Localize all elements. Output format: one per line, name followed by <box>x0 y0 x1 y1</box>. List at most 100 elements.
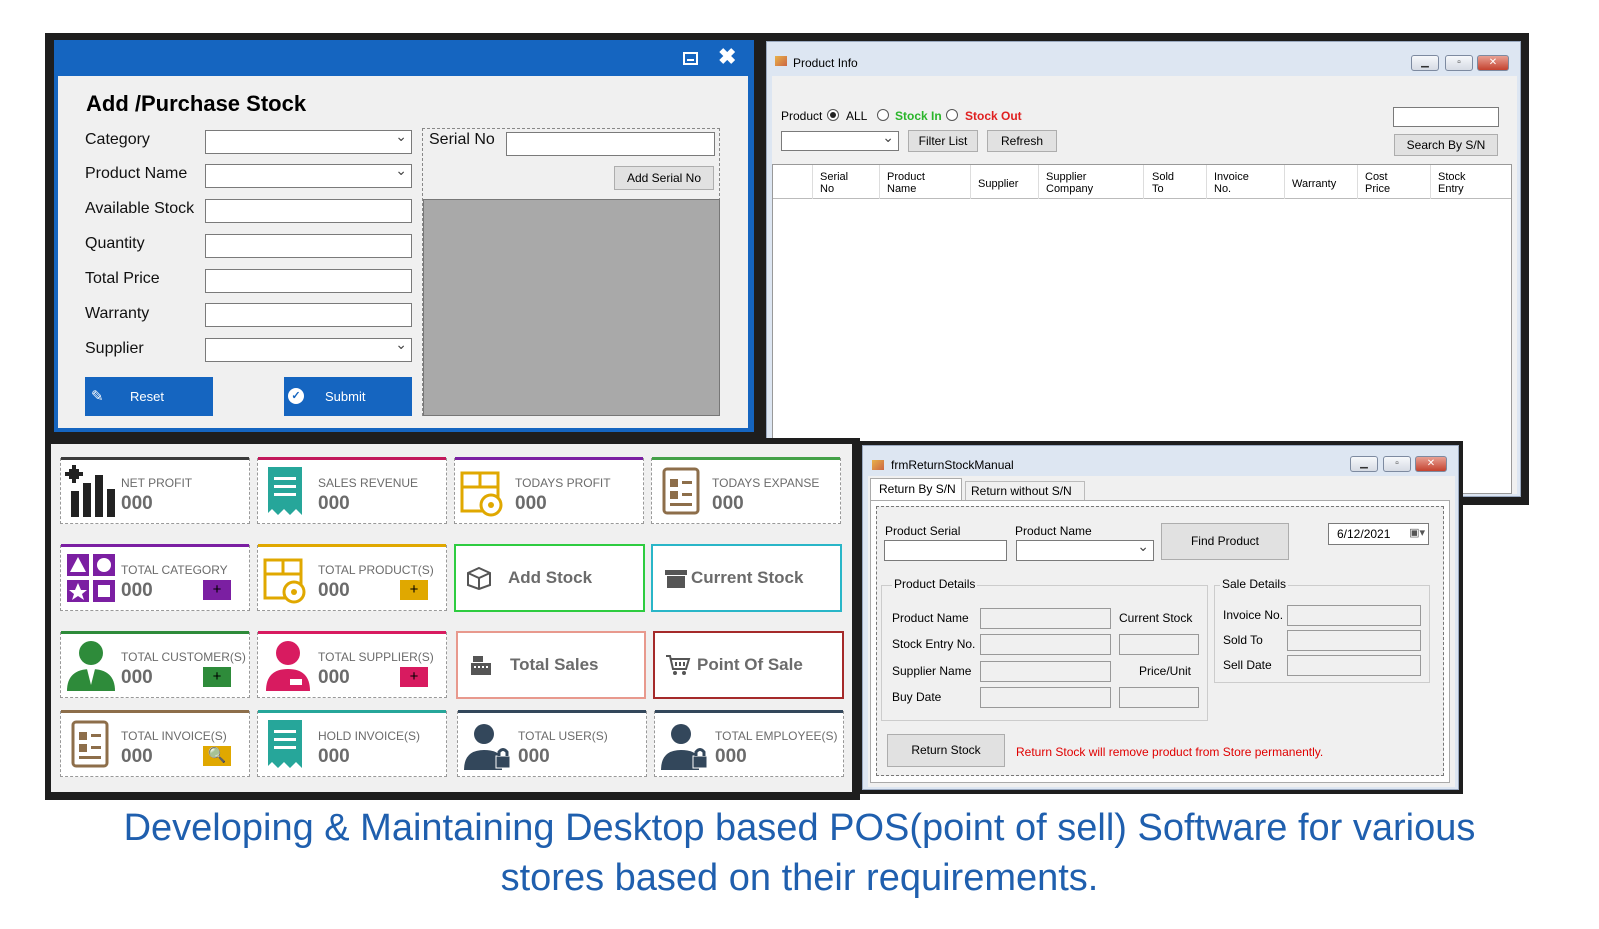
pd-supplier-name-field <box>980 661 1111 682</box>
calendar-icon[interactable]: ▣▾ <box>1409 526 1425 539</box>
category-select[interactable] <box>205 128 412 154</box>
radio-stock-in[interactable] <box>877 109 889 121</box>
close-button[interactable]: ✕ <box>1477 55 1509 71</box>
product-info-frame: Product Info ▁ ▫ ✕ Product ALL Stock In … <box>766 41 1521 497</box>
point-of-sale-button[interactable]: Point Of Sale <box>653 631 844 699</box>
window-title: frmReturnStockManual <box>891 458 1014 472</box>
card-title: TODAYS EXPANSE <box>712 476 820 490</box>
check-circle-icon: ✓ <box>288 388 304 404</box>
total-invoice-card[interactable]: TOTAL INVOICE(S) 000 🔍 <box>60 710 250 777</box>
card-title: TODAYS PROFIT <box>515 476 611 490</box>
pd-supplier-name-label: Supplier Name <box>892 664 972 678</box>
serial-no-field[interactable] <box>506 132 715 156</box>
sd-sell-date-field <box>1287 655 1421 676</box>
filter-list-button[interactable]: Filter List <box>908 130 978 152</box>
tab-label: Return By S/N <box>879 482 956 496</box>
tab-return-without-sn[interactable]: Return without S/N <box>965 481 1085 500</box>
return-stock-button[interactable]: Return Stock <box>887 734 1005 767</box>
add-category-button[interactable]: + <box>203 580 231 600</box>
supplier-label: Supplier <box>85 340 144 357</box>
product-serial-field[interactable] <box>884 540 1007 561</box>
total-sales-button[interactable]: Total Sales <box>456 631 646 699</box>
close-icon[interactable]: ✖ <box>718 44 736 70</box>
sd-invoice-label: Invoice No. <box>1223 608 1284 622</box>
radio-stock-out[interactable] <box>946 109 958 121</box>
product-name-label: Product Name <box>1015 524 1092 538</box>
tab-return-by-sn[interactable]: Return By S/N <box>870 478 962 500</box>
search-invoice-button[interactable]: 🔍 <box>203 746 231 766</box>
maximize-button[interactable]: ▫ <box>1445 55 1473 71</box>
serial-list[interactable] <box>423 199 720 416</box>
total-supplier-card[interactable]: TOTAL SUPPLIER(S) 000 + <box>257 631 447 698</box>
total-category-card[interactable]: TOTAL CATEGORY 000 + <box>60 544 250 611</box>
total-user-card[interactable]: TOTAL USER(S) 000 <box>457 710 647 777</box>
card-value: 000 <box>121 580 153 601</box>
total-price-field[interactable] <box>205 269 412 293</box>
sales-revenue-card[interactable]: SALES REVENUE 000 <box>257 457 447 524</box>
hold-invoice-card[interactable]: HOLD INVOICE(S) 000 <box>257 710 447 777</box>
search-by-sn-button[interactable]: Search By S/N <box>1394 134 1498 156</box>
supplier-select[interactable] <box>205 336 412 362</box>
card-title: SALES REVENUE <box>318 476 419 490</box>
reset-button-label: Reset <box>130 389 164 404</box>
product-name-select[interactable] <box>1016 538 1154 561</box>
submit-button[interactable]: ✓ Submit <box>284 377 412 416</box>
invoice-doc-icon <box>662 467 700 515</box>
quantity-field[interactable] <box>205 234 412 258</box>
product-serial-label: Product Serial <box>885 524 961 538</box>
column-header: Product Name <box>887 171 925 195</box>
receipt-icon <box>268 467 302 515</box>
total-customer-card[interactable]: TOTAL CUSTOMER(S) 000 + <box>60 631 250 698</box>
app-icon <box>872 460 884 470</box>
card-title: TOTAL USER(S) <box>518 729 608 743</box>
add-product-button[interactable]: + <box>400 580 428 600</box>
card-title: TOTAL PRODUCT(S) <box>318 563 434 577</box>
current-stock-button[interactable]: Current Stock <box>651 544 842 612</box>
card-value: 000 <box>121 746 153 767</box>
radio-all[interactable] <box>827 109 839 121</box>
card-value: 000 <box>712 493 744 514</box>
bar-chart-icon <box>65 465 115 517</box>
todays-profit-card[interactable]: TODAYS PROFIT 000 <box>454 457 644 524</box>
minimize-icon[interactable] <box>683 52 698 65</box>
add-supplier-button[interactable]: + <box>400 667 428 687</box>
refresh-button[interactable]: Refresh <box>987 130 1057 152</box>
tab-label: Return without S/N <box>971 484 1072 498</box>
radio-all-label: ALL <box>846 109 868 123</box>
pd-stock-entry-label: Stock Entry No. <box>892 637 976 651</box>
reset-button[interactable]: ✎ Reset <box>85 377 213 416</box>
sd-sell-date-label: Sell Date <box>1223 658 1272 672</box>
available-stock-field[interactable] <box>205 199 412 223</box>
pd-stock-entry-field <box>980 634 1111 655</box>
add-stock-button[interactable]: Add Stock <box>454 544 645 612</box>
add-stock-frame: ✖ Add /Purchase Stock Category Product N… <box>54 40 754 432</box>
column-header: Stock Entry <box>1438 171 1466 195</box>
card-title: TOTAL INVOICE(S) <box>121 729 227 743</box>
group-title: Product Details <box>892 577 978 591</box>
minimize-button[interactable]: ▁ <box>1350 456 1378 472</box>
total-employee-card[interactable]: TOTAL EMPLOYEE(S) 000 <box>654 710 844 777</box>
available-stock-label: Available Stock <box>85 200 195 217</box>
close-button[interactable]: ✕ <box>1415 456 1447 472</box>
dashboard-body: NET PROFIT 000 SALES REVENUE 000 TODAYS … <box>51 444 852 792</box>
find-product-button[interactable]: Find Product <box>1161 523 1289 560</box>
sd-invoice-field <box>1287 605 1421 626</box>
pd-buy-date-field <box>980 687 1111 708</box>
point-of-sale-label: Point Of Sale <box>697 655 803 674</box>
return-stock-frame: frmReturnStockManual ▁ ▫ ✕ Return By S/N… <box>862 445 1459 790</box>
todays-expanse-card[interactable]: TODAYS EXPANSE 000 <box>651 457 841 524</box>
net-profit-card[interactable]: NET PROFIT 000 <box>60 457 250 524</box>
total-product-card[interactable]: TOTAL PRODUCT(S) 000 + <box>257 544 447 611</box>
warranty-field[interactable] <box>205 303 412 327</box>
maximize-button[interactable]: ▫ <box>1383 456 1411 472</box>
minimize-button[interactable]: ▁ <box>1411 55 1439 71</box>
product-filter-select[interactable] <box>781 129 899 151</box>
serial-search-input[interactable] <box>1393 107 1499 127</box>
date-picker[interactable]: 6/12/2021 ▣▾ <box>1328 523 1429 545</box>
product-name-select[interactable] <box>205 162 412 188</box>
user-lock-icon <box>464 724 511 770</box>
sale-details-group: Sale Details Invoice No. Sold To Sell Da… <box>1214 577 1430 683</box>
add-customer-button[interactable]: + <box>203 667 231 687</box>
pd-current-stock-field <box>1119 634 1199 655</box>
add-serial-button[interactable]: Add Serial No <box>614 166 714 190</box>
